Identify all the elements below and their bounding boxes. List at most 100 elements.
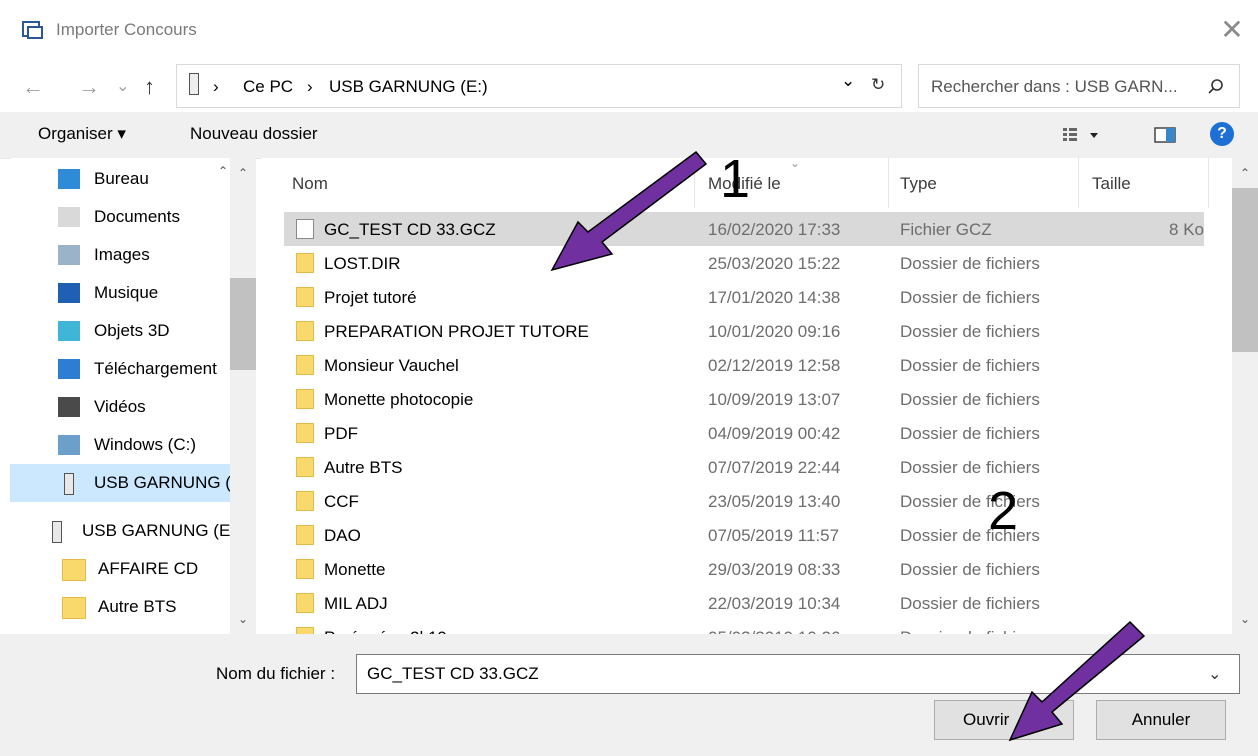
file-row[interactable]: GC_TEST CD 33.GCZ 16/02/2020 17:33 Fichier… — [284, 212, 1204, 246]
scroll-up-arrow[interactable]: ⌃ — [1240, 166, 1250, 180]
nav-item-images[interactable]: Images — [10, 236, 232, 274]
file-name: DAO — [324, 526, 361, 545]
usb-icon — [64, 473, 74, 495]
nav-collapse-icon[interactable]: ⌃ — [218, 164, 228, 178]
file-row[interactable]: Monsieur Vauchel 02/12/2019 12:58 Dossier … — [284, 348, 1204, 382]
view-options-icon[interactable] — [1062, 126, 1104, 144]
search-input[interactable]: Rechercher dans : USB GARN... — [918, 64, 1240, 108]
address-dropdown-icon[interactable]: ⌄ — [841, 71, 855, 91]
scroll-down-arrow[interactable]: ⌄ — [1240, 612, 1250, 626]
folder-icon — [296, 525, 314, 545]
file-row[interactable]: Projet tutoré 17/01/2020 14:38 Dossier de … — [284, 280, 1204, 314]
file-row[interactable]: PDF 04/09/2019 00:42 Dossier de fichiers — [284, 416, 1204, 450]
file-modified: 02/12/2019 12:58 — [708, 356, 841, 375]
nav-item-autre-bts[interactable]: Autre BTS — [10, 588, 232, 626]
folder-icon — [296, 321, 314, 341]
history-dropdown[interactable]: ⌄ — [116, 76, 129, 96]
back-button[interactable]: ← — [22, 74, 44, 100]
nav-item-label: Vidéos — [94, 397, 146, 416]
file-row[interactable]: LOST.DIR 25/03/2020 15:22 Dossier de fichi… — [284, 246, 1204, 280]
organize-menu[interactable]: Organiser ▾ — [38, 124, 126, 144]
column-divider[interactable] — [1078, 158, 1079, 208]
close-button[interactable]: ✕ — [1214, 12, 1250, 48]
file-type: Dossier de fichiers — [900, 492, 1040, 511]
folder-icon — [296, 491, 314, 511]
file-list: Nom Modifié le ⌄ Type Taille GC_TEST CD … — [262, 158, 1232, 634]
file-type: Dossier de fichiers — [900, 254, 1040, 273]
search-placeholder: Rechercher dans : USB GARN... — [931, 77, 1178, 96]
nav-item-musique[interactable]: Musique — [10, 274, 232, 312]
file-name: Projet tutoré — [324, 288, 417, 307]
nav-item-label: Bureau — [94, 169, 149, 188]
scroll-down-arrow[interactable]: ⌄ — [238, 612, 248, 626]
file-name: GC_TEST CD 33.GCZ — [324, 220, 496, 239]
file-row[interactable]: PREPARATION PROJET TUTORE 10/01/2020 09:1… — [284, 314, 1204, 348]
annotation-arrow-2 — [1008, 620, 1146, 742]
filename-dropdown-icon[interactable]: ⌄ — [1208, 664, 1221, 684]
file-row[interactable]: MIL ADJ 22/03/2019 10:34 Dossier de fichie… — [284, 586, 1204, 620]
breadcrumb-separator: › — [213, 77, 219, 96]
breadcrumb-this-pc[interactable]: Ce PC — [243, 77, 293, 97]
help-icon[interactable]: ? — [1210, 122, 1234, 146]
file-row[interactable]: DAO 07/05/2019 11:57 Dossier de fichiers — [284, 518, 1204, 552]
refresh-icon[interactable]: ↻ — [871, 75, 885, 95]
file-name: MIL ADJ — [324, 594, 388, 613]
column-header-name[interactable]: Nom — [292, 174, 328, 194]
file-modified: 10/09/2019 13:07 — [708, 390, 841, 409]
forward-button[interactable]: → — [78, 74, 100, 100]
file-modified: 17/01/2020 14:38 — [708, 288, 841, 307]
nav-item-usb-garnung[interactable]: USB GARNUNG ( — [10, 464, 232, 502]
nav-item-vid-os[interactable]: Vidéos — [10, 388, 232, 426]
file-name: Autre BTS — [324, 458, 403, 477]
3d-objects-icon — [58, 321, 80, 341]
sort-indicator-icon: ⌄ — [790, 158, 801, 170]
column-divider[interactable] — [1208, 158, 1209, 208]
file-modified: 29/03/2019 08:33 — [708, 560, 841, 579]
scroll-thumb[interactable] — [1232, 188, 1258, 352]
nav-item-bureau[interactable]: Bureau — [10, 160, 232, 198]
nav-item-label: USB GARNUNG (E — [82, 521, 231, 540]
nav-item-label: Objets 3D — [94, 321, 170, 340]
new-folder-button[interactable]: Nouveau dossier — [190, 124, 318, 144]
desktop-icon — [58, 169, 80, 189]
nav-item-usb-garnung-e[interactable]: USB GARNUNG (E — [10, 512, 232, 550]
column-header-type[interactable]: Type — [900, 174, 937, 194]
folder-icon — [296, 593, 314, 613]
nav-item-documents[interactable]: Documents — [10, 198, 232, 236]
address-bar[interactable]: › Ce PC › USB GARNUNG (E:) ⌄ ↻ — [176, 64, 902, 108]
file-type: Dossier de fichiers — [900, 458, 1040, 477]
nav-item-label: Windows (C:) — [94, 435, 197, 454]
scroll-thumb[interactable] — [230, 278, 256, 370]
file-type: Dossier de fichiers — [900, 560, 1040, 579]
up-button[interactable]: ↑ — [144, 74, 155, 100]
column-header-size[interactable]: Taille — [1092, 174, 1131, 194]
file-row[interactable]: CCF 23/05/2019 13:40 Dossier de fichiers — [284, 484, 1204, 518]
app-icon — [22, 21, 43, 39]
file-row[interactable]: Autre BTS 07/07/2019 22:44 Dossier de fich… — [284, 450, 1204, 484]
preview-pane-icon[interactable] — [1154, 127, 1176, 143]
breadcrumb-usb[interactable]: USB GARNUNG (E:) — [329, 77, 488, 97]
file-type: Dossier de fichiers — [900, 526, 1040, 545]
music-icon — [58, 283, 80, 303]
nav-item-label: Téléchargement — [94, 359, 217, 378]
navigation-scrollbar[interactable]: ⌃ ⌄ — [230, 158, 256, 634]
nav-item-t-l-chargement[interactable]: Téléchargement — [10, 350, 232, 388]
file-type: Dossier de fichiers — [900, 288, 1040, 307]
nav-item-objets-3d[interactable]: Objets 3D — [10, 312, 232, 350]
nav-item-windows-c[interactable]: Windows (C:) — [10, 426, 232, 464]
nav-item-affaire-cd[interactable]: AFFAIRE CD — [10, 550, 232, 588]
folder-icon — [296, 389, 314, 409]
folder-icon — [296, 627, 314, 634]
file-row[interactable]: Monette photocopie 10/09/2019 13:07 Dossie… — [284, 382, 1204, 416]
file-list-scrollbar[interactable]: ⌃ ⌄ — [1232, 158, 1258, 634]
nav-item-label: Autre BTS — [98, 597, 177, 616]
file-size: 8 Ko — [1169, 220, 1204, 239]
nav-item-label: AFFAIRE CD — [98, 559, 199, 578]
open-button-label: Ouvrir — [963, 710, 1010, 729]
column-divider[interactable] — [888, 158, 889, 208]
file-name: Monsieur Vauchel — [324, 356, 459, 375]
file-modified: 10/01/2020 09:16 — [708, 322, 841, 341]
file-row[interactable]: Monette 29/03/2019 08:33 Dossier de fichie… — [284, 552, 1204, 586]
scroll-up-arrow[interactable]: ⌃ — [238, 166, 248, 180]
search-icon[interactable] — [1207, 78, 1225, 96]
